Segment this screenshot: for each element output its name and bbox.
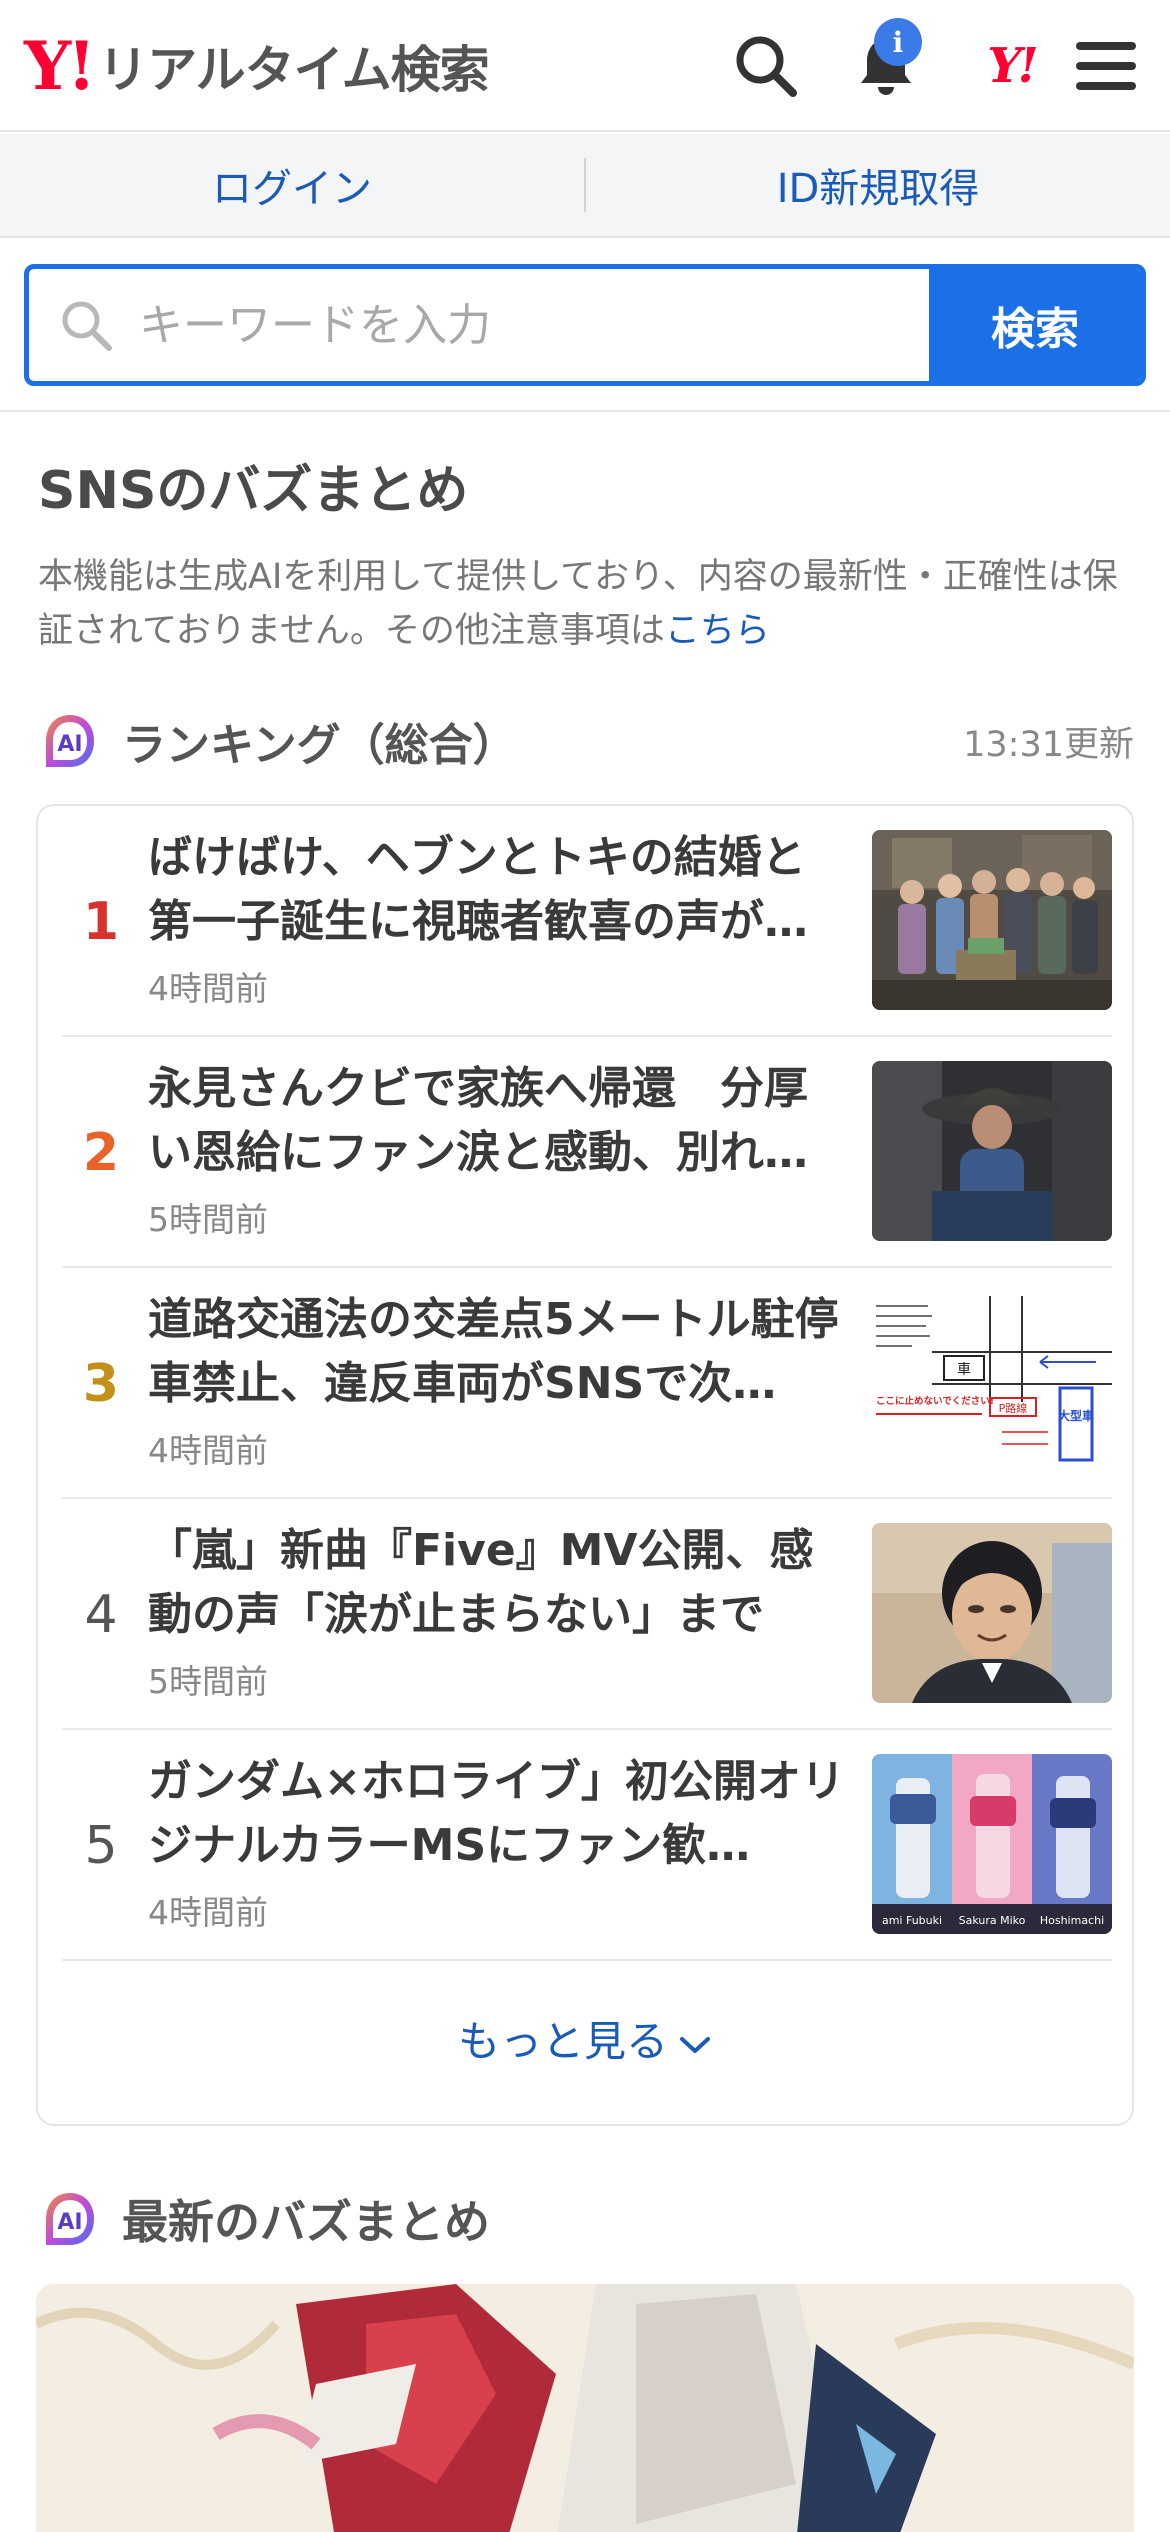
more-label: もっと見る	[457, 2017, 668, 2066]
notification-badge: i	[874, 18, 922, 66]
ai-icon: AI	[38, 2187, 102, 2251]
ai-icon: AI	[38, 709, 102, 773]
diagram-note: ここに止めないでください!	[876, 1395, 994, 1407]
ranking-time: 4時間前	[148, 1893, 268, 1932]
thumb-caption: Hoshimachi	[1040, 1914, 1104, 1927]
search-input[interactable]	[139, 299, 839, 351]
ranking-time: 5時間前	[148, 1200, 268, 1239]
search-form: 検索	[24, 264, 1146, 386]
ranking-item-text: ガンダム×ホロライブ」初公開オリジナルカラーMSにファン歓… 4時間前	[148, 1750, 848, 1934]
ranking-time: 4時間前	[148, 969, 268, 1008]
login-bar: ログイン ID新規取得	[0, 134, 1170, 238]
diagram-truck-label: 大型車	[1058, 1408, 1094, 1423]
notification-bell[interactable]: i	[848, 18, 924, 104]
rank-number: 2	[82, 1122, 120, 1183]
notice-link[interactable]: こちら	[665, 611, 770, 651]
ranking-time: 5時間前	[148, 1662, 268, 1701]
latest-header: AI 最新のバズまとめ	[38, 2184, 490, 2254]
ai-badge-text: AI	[57, 732, 82, 757]
ai-notice: 本機能は生成AIを利用して提供しており、内容の最新性・正確性は保証されておりませ…	[38, 550, 1138, 658]
ranking-item[interactable]: 1 ばけばけ、ヘブンとトキの結婚と第一子誕生に視聴者歓喜の声が… 4時間前	[62, 806, 1112, 1037]
menu-icon[interactable]	[1068, 28, 1144, 104]
ranking-header: AI ランキング（総合） 13:31更新	[38, 706, 1134, 776]
ranking-thumbnail: ami Fubuki Sakura Miko Hoshimachi	[872, 1754, 1112, 1934]
ranking-thumbnail	[872, 1523, 1112, 1703]
ranking-headline: 道路交通法の交差点5メートル駐停車禁止、違反車両がSNSで次…	[148, 1294, 839, 1409]
ranking-item-text: 「嵐」新曲『Five』MV公開、感動の声「涙が止まらない」まで 5時間前	[148, 1519, 848, 1703]
ranking-item[interactable]: 2 永見さんクビで家族へ帰還 分厚い恩給にファン涙と感動、別れ… 5時間前	[62, 1037, 1112, 1268]
diagram-crossing-label: P路線	[999, 1401, 1028, 1415]
ranking-title: ランキング（総合）	[122, 720, 517, 771]
yahoo-mini-logo: Y!	[987, 38, 1038, 94]
diagram-car-label: 車	[957, 1361, 971, 1378]
app-header: Y! リアルタイム検索 i Y!	[0, 0, 1170, 132]
ai-badge-text: AI	[57, 2210, 82, 2235]
ranking-thumbnail	[872, 1061, 1112, 1241]
ranking-item[interactable]: 5 ガンダム×ホロライブ」初公開オリジナルカラーMSにファン歓… 4時間前 am…	[62, 1730, 1112, 1961]
ranking-headline: 永見さんクビで家族へ帰還 分厚い恩給にファン涙と感動、別れ…	[148, 1063, 808, 1178]
ranking-item-text: 永見さんクビで家族へ帰還 分厚い恩給にファン涙と感動、別れ… 5時間前	[148, 1057, 848, 1241]
latest-card-image[interactable]	[36, 2284, 1134, 2532]
yahoo-realtime-logo[interactable]: Y! リアルタイム検索	[24, 27, 490, 105]
ranking-item[interactable]: 3 道路交通法の交差点5メートル駐停車禁止、違反車両がSNSで次… 4時間前 車	[62, 1268, 1112, 1499]
rank-number: 3	[82, 1353, 120, 1414]
thumb-caption: Sakura Miko	[959, 1914, 1026, 1927]
more-button[interactable]: もっと見る	[38, 2008, 1132, 2069]
ranking-item-text: ばけばけ、ヘブンとトキの結婚と第一子誕生に視聴者歓喜の声が… 4時間前	[148, 826, 848, 1010]
yahoo-top-link[interactable]: Y!	[966, 28, 1056, 104]
ranking-updated: 13:31更新	[963, 724, 1134, 765]
register-link[interactable]: ID新規取得	[586, 156, 1170, 214]
logo-text: リアルタイム検索	[98, 41, 489, 99]
latest-title: 最新のバズまとめ	[122, 2195, 490, 2249]
notice-text: 本機能は生成AIを利用して提供しており、内容の最新性・正確性は保証されておりませ…	[38, 557, 1118, 651]
ranking-thumbnail: 車 大型車 P路線 ここに止めないでください!	[872, 1292, 1112, 1472]
search-button[interactable]: 検索	[929, 269, 1141, 381]
thumb-caption: ami Fubuki	[882, 1914, 942, 1927]
ranking-headline: ばけばけ、ヘブンとトキの結婚と第一子誕生に視聴者歓喜の声が…	[148, 832, 808, 947]
ranking-headline: 「嵐」新曲『Five』MV公開、感動の声「涙が止まらない」まで	[148, 1525, 814, 1640]
rank-number: 4	[84, 1584, 118, 1645]
search-icon[interactable]	[728, 28, 804, 104]
search-field[interactable]	[29, 269, 929, 381]
login-link[interactable]: ログイン	[0, 156, 584, 214]
logo-mark: Y!	[24, 27, 96, 105]
ranking-thumbnail	[872, 830, 1112, 1010]
ranking-card: 1 ばけばけ、ヘブンとトキの結婚と第一子誕生に視聴者歓喜の声が… 4時間前 2 …	[36, 804, 1134, 2126]
section-title: SNSのバズまとめ	[38, 461, 469, 521]
rank-number: 5	[84, 1815, 118, 1876]
ranking-item-text: 道路交通法の交差点5メートル駐停車禁止、違反車両がSNSで次… 4時間前	[148, 1288, 848, 1472]
ranking-item[interactable]: 4 「嵐」新曲『Five』MV公開、感動の声「涙が止まらない」まで 5時間前	[62, 1499, 1112, 1730]
ranking-time: 4時間前	[148, 1431, 268, 1470]
divider	[0, 410, 1170, 412]
chevron-down-icon	[680, 2036, 710, 2053]
rank-number: 1	[82, 891, 120, 952]
ranking-headline: ガンダム×ホロライブ」初公開オリジナルカラーMSにファン歓…	[148, 1756, 845, 1871]
search-field-icon	[62, 301, 112, 351]
